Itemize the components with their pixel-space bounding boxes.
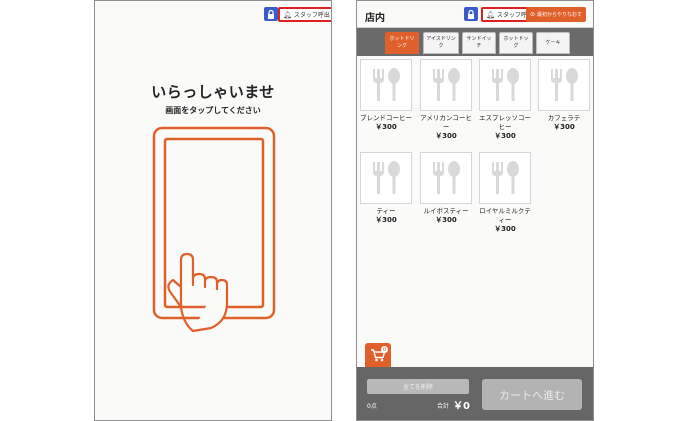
product-name: カフェラテ: [547, 114, 581, 122]
bell-icon: 🔔︎: [486, 10, 495, 19]
welcome-screen[interactable]: 🔔︎ スタッフ呼出 いらっしゃいませ 画面をタップしてください: [94, 0, 332, 421]
product-price: ￥300: [494, 132, 516, 140]
staff-call-button[interactable]: 🔔︎ スタッフ呼出: [278, 7, 331, 22]
tab-hotdog[interactable]: ホットドッグ: [499, 32, 533, 54]
product-card[interactable]: ロイヤルミルクティー ￥300: [478, 152, 532, 234]
product-image: [360, 59, 412, 111]
lock-icon: [468, 9, 474, 19]
cancel-icon: ⊘: [530, 11, 536, 18]
product-image: [420, 59, 472, 111]
total-value: ￥0: [453, 401, 470, 412]
lock-button[interactable]: [464, 7, 478, 21]
cart-button[interactable]: 0: [365, 343, 391, 367]
bell-icon: 🔔︎: [283, 10, 292, 19]
cutlery-icon: [433, 68, 460, 101]
tab-ice-drink[interactable]: アイスドリンク: [423, 32, 459, 54]
tab-cake[interactable]: ケーキ: [536, 32, 570, 54]
product-card[interactable]: アメリカンコーヒー ￥300: [419, 59, 473, 141]
staff-call-label: スタッフ呼出: [293, 12, 330, 19]
restart-label: 最初からやりなおす: [537, 12, 583, 18]
product-name: ロイヤルミルクティー: [479, 207, 531, 224]
lock-button[interactable]: [264, 7, 278, 21]
product-price: ￥300: [375, 216, 397, 224]
product-price: ￥300: [375, 123, 397, 131]
total-label: 合計: [437, 403, 450, 410]
cutlery-icon: [492, 161, 519, 194]
cutlery-icon: [492, 68, 519, 101]
item-count: 0点: [367, 403, 377, 410]
product-name: エスプレッソコーヒー: [479, 114, 531, 131]
tab-sandwich[interactable]: サンドイッチ: [462, 32, 496, 54]
welcome-title: いらっしゃいませ: [151, 83, 275, 101]
product-image: [538, 59, 590, 111]
menu-screen: 店内 🔔︎ スタッフ呼出 ⊘ 最初からやりなおす ホットドリンク アイスドリンク…: [356, 0, 594, 421]
category-tabs: ホットドリンク アイスドリンク サンドイッチ ホットドッグ ケーキ: [357, 27, 593, 56]
restart-button[interactable]: ⊘ 最初からやりなおす: [526, 7, 587, 22]
product-price: ￥300: [553, 123, 575, 131]
store-label: 店内: [365, 13, 385, 24]
product-image: [479, 152, 531, 204]
product-name: ティー: [376, 207, 396, 215]
product-price: ￥300: [435, 132, 457, 140]
welcome-subtitle: 画面をタップしてください: [165, 106, 261, 115]
cutlery-icon: [373, 68, 400, 101]
product-card[interactable]: カフェラテ ￥300: [537, 59, 591, 132]
cart-count-badge: 0: [381, 346, 388, 353]
product-image: [479, 59, 531, 111]
product-card[interactable]: ブレンドコーヒー ￥300: [359, 59, 413, 132]
product-price: ￥300: [494, 225, 516, 233]
lock-icon: [268, 9, 274, 19]
product-name: ブレンドコーヒー: [360, 114, 412, 122]
tap-screen-icon: [152, 126, 276, 333]
product-card[interactable]: エスプレッソコーヒー ￥300: [478, 59, 532, 141]
cutlery-icon: [551, 68, 578, 101]
order-footer: 全てを削除 0点 合計 ￥0 カートへ進む: [357, 367, 593, 420]
product-image: [420, 152, 472, 204]
product-name: ルイボスティー: [423, 207, 469, 215]
cutlery-icon: [373, 161, 400, 194]
product-name: アメリカンコーヒー: [420, 114, 472, 131]
product-image: [360, 152, 412, 204]
product-card[interactable]: ティー ￥300: [359, 152, 413, 225]
cutlery-icon: [433, 161, 460, 194]
product-price: ￥300: [435, 216, 457, 224]
proceed-to-cart-button[interactable]: カートへ進む: [482, 379, 582, 410]
product-card[interactable]: ルイボスティー ￥300: [419, 152, 473, 225]
delete-all-button[interactable]: 全てを削除: [367, 379, 469, 394]
tab-hot-drink[interactable]: ホットドリンク: [385, 32, 419, 54]
